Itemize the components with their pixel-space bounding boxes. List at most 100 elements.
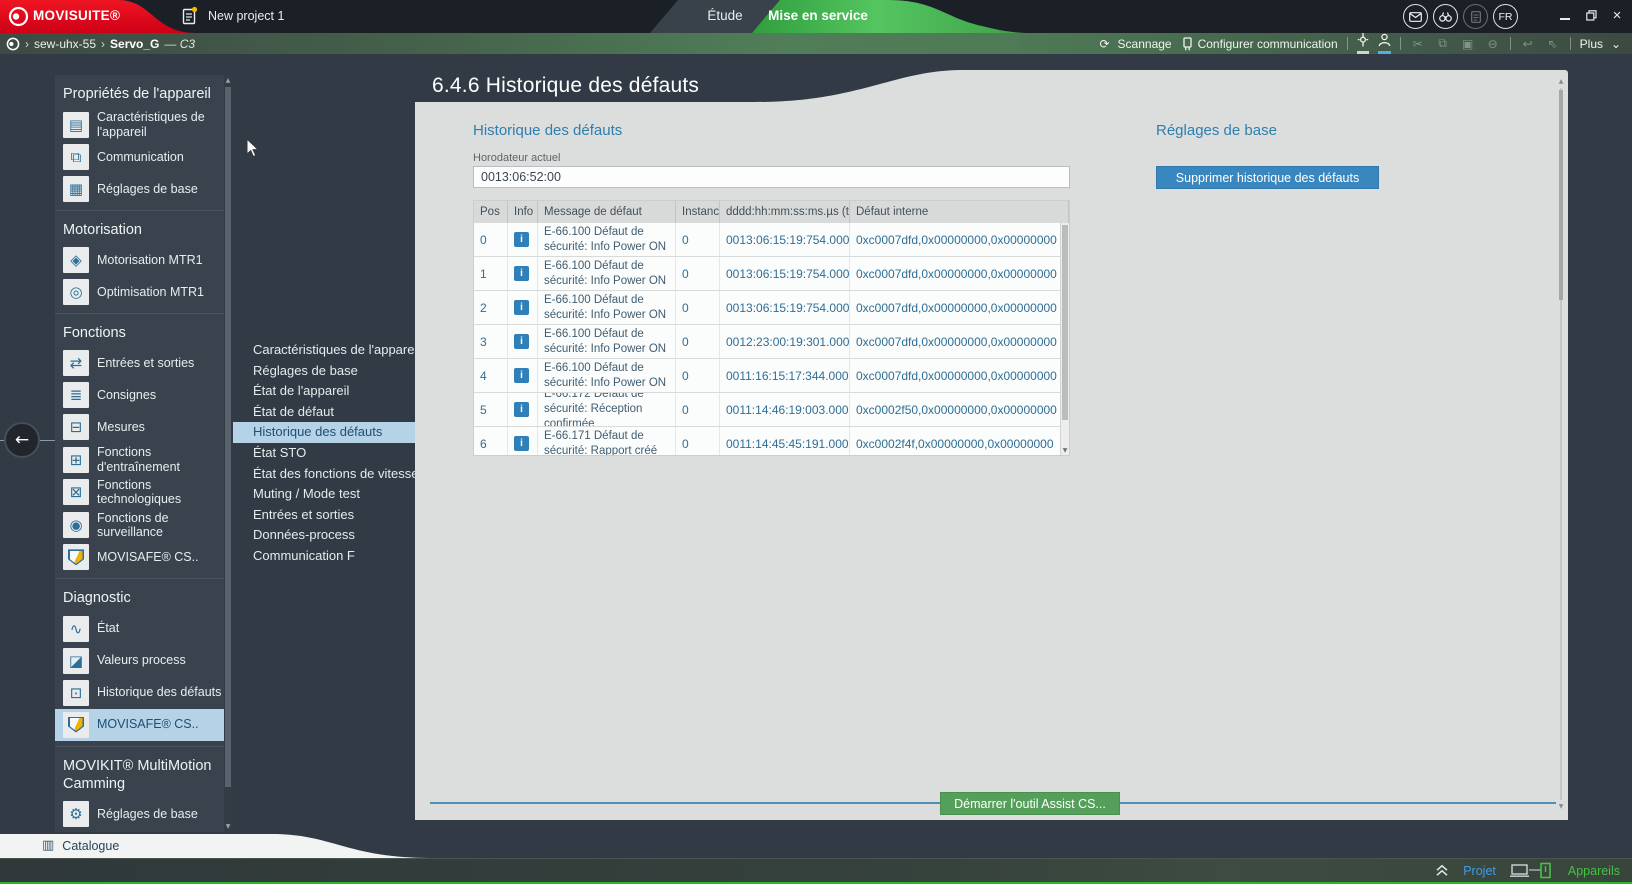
delete-fault-history-button[interactable]: Supprimer historique des défauts xyxy=(1156,166,1379,189)
plus-menu-button[interactable]: Plus ⌄ xyxy=(1580,37,1624,51)
info-icon[interactable]: i xyxy=(514,368,529,383)
catalogue-tab[interactable]: ▥ Catalogue xyxy=(42,838,119,853)
submenu-item[interactable]: Données-process xyxy=(233,525,416,546)
close-button[interactable]: × xyxy=(1604,0,1630,30)
submenu-item[interactable]: État de défaut xyxy=(233,402,416,423)
submenu-item[interactable]: Réglages de base xyxy=(233,361,416,382)
sidebar-item[interactable]: ▦Réglages de base xyxy=(63,173,224,205)
table-row[interactable]: 2iE-66.100 Défaut de sécurité: Info Powe… xyxy=(474,291,1069,325)
submenu-item[interactable]: Muting / Mode test xyxy=(233,484,416,505)
sidebar-item[interactable]: MOVISAFE® CS.. xyxy=(63,541,224,573)
table-row[interactable]: 4iE-66.100 Défaut de sécurité: Info Powe… xyxy=(474,359,1069,393)
collapse-panel-button[interactable]: ← xyxy=(4,422,40,458)
submenu-item[interactable]: Entrées et sorties xyxy=(233,505,416,526)
column-header[interactable]: Défaut interne xyxy=(850,201,1069,223)
submenu-item[interactable]: Caractéristiques de l'appareil xyxy=(233,340,416,361)
user-mode-toggle[interactable] xyxy=(1378,33,1391,54)
info-icon[interactable]: i xyxy=(514,436,529,451)
safety-shield-icon xyxy=(63,712,89,738)
breadcrumb-device[interactable]: sew-uhx-55 xyxy=(34,37,96,51)
sidebar-item[interactable]: ⧉Communication xyxy=(63,141,224,173)
copy-icon[interactable]: ⧉ xyxy=(1435,36,1451,51)
tab-mise-en-service[interactable]: Mise en service xyxy=(762,8,874,23)
section-divider xyxy=(55,746,224,747)
devices-view-button[interactable]: Appareils xyxy=(1568,864,1620,878)
column-header[interactable]: Info xyxy=(508,201,538,223)
device-connection-icon[interactable] xyxy=(1510,862,1554,880)
maximize-button[interactable] xyxy=(1578,0,1604,30)
table-row[interactable]: 1iE-66.100 Défaut de sécurité: Info Powe… xyxy=(474,257,1069,291)
remove-icon[interactable]: ⊖ xyxy=(1485,37,1501,51)
submenu-item[interactable]: Historique des défauts xyxy=(233,422,416,443)
select-cursor-icon[interactable]: ⇖ xyxy=(1545,37,1561,51)
scan-button[interactable]: ⟳ Scannage xyxy=(1097,37,1172,51)
scrollbar-thumb[interactable] xyxy=(1559,90,1563,300)
info-icon[interactable]: i xyxy=(514,334,529,349)
info-icon[interactable]: i xyxy=(514,232,529,247)
binoculars-icon[interactable] xyxy=(1433,4,1458,29)
sidebar-item[interactable]: ∿État xyxy=(63,613,224,645)
sidebar-item[interactable]: ◈Motorisation MTR1 xyxy=(63,244,224,276)
time-text: 0013:06:15:19:754.000 xyxy=(726,233,849,247)
mail-icon[interactable] xyxy=(1403,4,1428,29)
sidebar-scrollbar[interactable]: ▲ ▼ xyxy=(224,75,232,832)
minimize-button[interactable] xyxy=(1552,0,1578,30)
scroll-down-icon[interactable]: ▼ xyxy=(224,823,232,830)
project-view-button[interactable]: Projet xyxy=(1463,864,1496,878)
table-row[interactable]: 3iE-66.100 Défaut de sécurité: Info Powe… xyxy=(474,325,1069,359)
report-icon[interactable] xyxy=(1463,4,1488,29)
cut-icon[interactable]: ✂ xyxy=(1410,37,1426,51)
start-assist-tool-button[interactable]: Démarrer l'outil Assist CS... xyxy=(940,792,1120,815)
sidebar-item[interactable]: ◉Fonctions de surveillance xyxy=(63,509,224,542)
scrollbar-thumb[interactable] xyxy=(1062,225,1068,420)
root-logo-icon[interactable] xyxy=(6,37,20,51)
cell-internal-fault: 0xc0007dfd,0x00000000,0x00000000 xyxy=(850,257,1069,290)
configure-communication-button[interactable]: Configurer communication xyxy=(1181,37,1338,51)
info-icon[interactable]: i xyxy=(514,300,529,315)
undo-icon[interactable]: ↩ xyxy=(1520,37,1536,51)
column-header[interactable]: Instance xyxy=(676,201,720,223)
sidebar-item[interactable]: ⊟Mesures xyxy=(63,411,224,443)
submenu-item[interactable]: État de l'appareil xyxy=(233,381,416,402)
language-fr-badge[interactable]: FR xyxy=(1493,4,1518,29)
timestamp-input[interactable] xyxy=(473,166,1070,188)
submenu-item[interactable]: Communication F xyxy=(233,546,416,567)
breadcrumb-axis[interactable]: Servo_G xyxy=(110,37,159,51)
message-text: E-66.172 Défaut de sécurité: Réception c… xyxy=(544,393,669,426)
sidebar-item[interactable]: ◪Valeurs process xyxy=(63,645,224,677)
project-tab[interactable]: New project 1 xyxy=(182,6,284,25)
time-text: 0013:06:15:19:754.000 xyxy=(726,301,849,315)
scrollbar-thumb[interactable] xyxy=(225,87,231,787)
tab-etude[interactable]: Étude xyxy=(680,8,770,23)
scroll-up-icon[interactable]: ▲ xyxy=(1557,78,1565,85)
scroll-down-icon[interactable]: ▼ xyxy=(1061,447,1069,454)
content-scrollbar[interactable]: ▲ ▼ xyxy=(1557,78,1565,810)
sidebar-item[interactable]: ◉Fonctions de surveillance xyxy=(63,830,224,832)
table-row[interactable]: 0iE-66.100 Défaut de sécurité: Info Powe… xyxy=(474,223,1069,257)
table-row[interactable]: 6iE-66.171 Défaut de sécurité: Rapport c… xyxy=(474,427,1069,456)
table-row[interactable]: 5iE-66.172 Défaut de sécurité: Réception… xyxy=(474,393,1069,427)
scroll-up-icon[interactable]: ▲ xyxy=(224,77,232,84)
info-icon[interactable]: i xyxy=(514,402,529,417)
sidebar-item[interactable]: ▤Caractéristiques de l'appareil xyxy=(63,108,224,141)
column-header[interactable]: dddd:hh:mm:ss:ms.µs (temps) xyxy=(720,201,850,223)
sidebar-item[interactable]: ≣Consignes xyxy=(63,379,224,411)
sidebar-item[interactable]: ⚙Réglages de base xyxy=(63,798,224,830)
sidebar-item[interactable]: ⊡Historique des défauts xyxy=(63,677,224,709)
cell-info: i xyxy=(508,359,538,392)
table-scrollbar[interactable]: ▼ xyxy=(1060,223,1069,455)
probe-mode-toggle[interactable] xyxy=(1357,33,1369,54)
info-icon[interactable]: i xyxy=(514,266,529,281)
sidebar-item[interactable]: MOVISAFE® CS.. xyxy=(55,709,224,741)
paste-icon[interactable]: ▣ xyxy=(1460,37,1476,51)
column-header[interactable]: Message de défaut xyxy=(538,201,676,223)
sidebar-item[interactable]: ⊞Fonctions d'entraînement xyxy=(63,443,224,476)
expand-panel-icon[interactable] xyxy=(1435,864,1449,877)
sidebar-item[interactable]: ◎Optimisation MTR1 xyxy=(63,276,224,308)
sidebar-item[interactable]: ⊠Fonctions technologiques xyxy=(63,476,224,509)
scroll-down-icon[interactable]: ▼ xyxy=(1557,803,1565,810)
column-header[interactable]: Pos xyxy=(474,201,508,223)
submenu-item[interactable]: État STO xyxy=(233,443,416,464)
submenu-item[interactable]: État des fonctions de vitesse xyxy=(233,464,416,485)
sidebar-item[interactable]: ⇄Entrées et sorties xyxy=(63,347,224,379)
